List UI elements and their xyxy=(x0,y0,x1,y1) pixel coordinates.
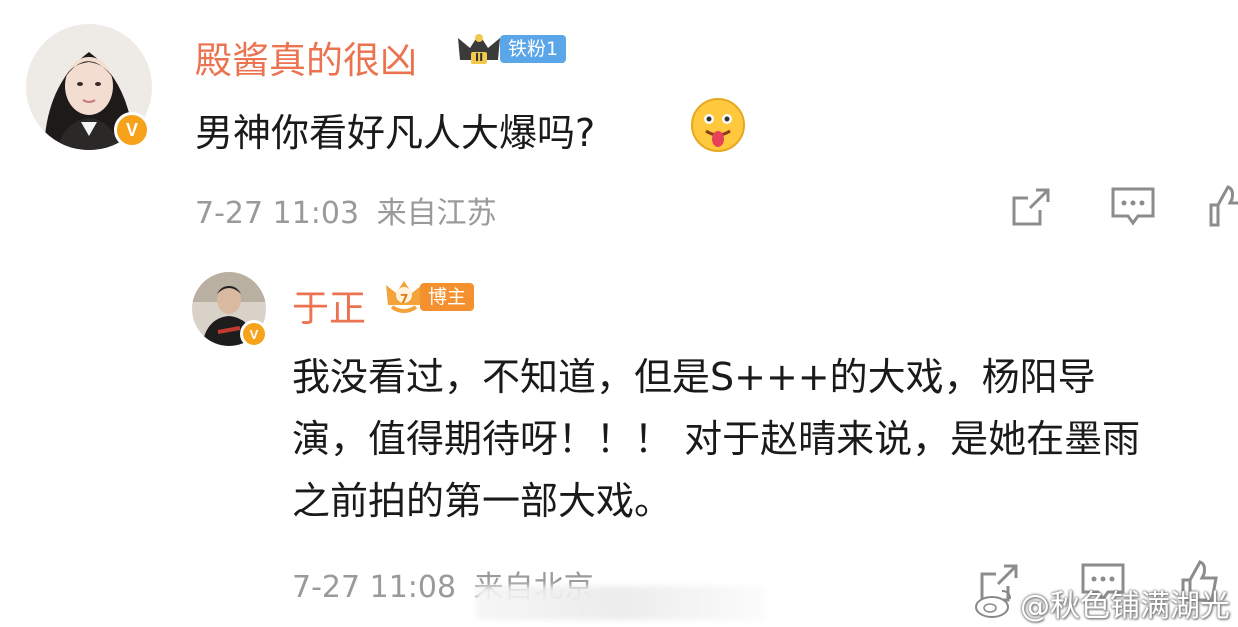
username[interactable]: 殿酱真的很凶 xyxy=(195,30,417,84)
avatar[interactable]: V xyxy=(192,272,268,348)
blogger-badge[interactable]: 7 博主 xyxy=(384,281,475,313)
username[interactable]: 于正 xyxy=(292,278,366,332)
comment-text: 我没看过，不知道，但是S+++的大戏，杨阳导 演，值得期待呀！！！ 对于赵晴来说… xyxy=(292,346,1140,532)
comment-meta: 7-27 11:03 来自江苏 xyxy=(195,188,497,232)
timestamp: 7-27 11:08 xyxy=(292,570,457,605)
share-icon[interactable] xyxy=(1010,186,1052,228)
badge-label: 铁粉1 xyxy=(500,35,567,63)
avatar[interactable]: V xyxy=(26,24,152,150)
comment-text: 男神你看好凡人大爆吗? xyxy=(195,111,596,155)
location: 来自江苏 xyxy=(376,196,497,231)
comment-text-line: 之前拍的第一部大戏。 xyxy=(292,479,673,523)
weibo-logo-icon xyxy=(975,590,1011,618)
comment-text-line: 演，值得期待呀！！！ 对于赵晴来说，是她在墨雨 xyxy=(292,417,1141,461)
comment-text-line: 我没看过，不知道，但是S+++的大戏，杨阳导 xyxy=(292,355,1096,399)
badge-level: II xyxy=(475,51,484,64)
badge-level: 7 xyxy=(400,292,409,306)
badge-label: 博主 xyxy=(420,283,475,311)
comment-icon[interactable] xyxy=(1110,186,1156,228)
watermark: @秋色铺满湖光 xyxy=(974,581,1230,625)
fan-badge[interactable]: II 铁粉1 xyxy=(456,34,567,64)
verified-badge-icon: V xyxy=(240,320,268,348)
verified-badge-icon: V xyxy=(114,112,150,148)
blurred-overlay xyxy=(476,586,766,620)
tongue-face-emoji-icon xyxy=(691,98,745,152)
like-icon[interactable] xyxy=(1208,183,1238,229)
timestamp: 7-27 11:03 xyxy=(195,196,360,231)
